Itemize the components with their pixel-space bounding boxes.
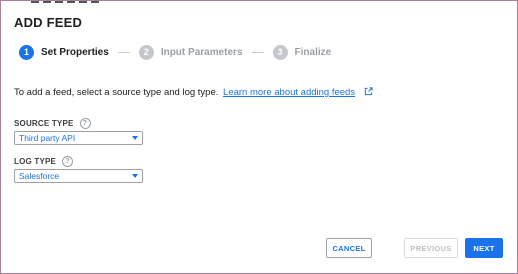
external-link-icon[interactable]	[364, 87, 373, 96]
step-divider	[117, 51, 130, 53]
step-number-3: 3	[272, 44, 288, 60]
log-type-label: LOG TYPE ?	[14, 156, 74, 167]
description: To add a feed, select a source type and …	[14, 87, 373, 98]
step-label-3: Finalize	[294, 46, 332, 58]
step-label-1: Set Properties	[41, 46, 109, 58]
step-label-2: Input Parameters	[160, 46, 243, 58]
learn-more-link[interactable]: Learn more about adding feeds	[223, 87, 355, 98]
log-type-select[interactable]: Salesforce	[14, 169, 143, 183]
log-type-label-text: LOG TYPE	[14, 157, 57, 166]
cancel-button[interactable]: CANCEL	[326, 238, 372, 258]
help-circle-icon[interactable]: ?	[62, 156, 74, 167]
step-set-properties[interactable]: 1 Set Properties	[19, 44, 109, 60]
log-type-value: Salesforce	[19, 171, 60, 181]
help-circle-icon[interactable]: ?	[79, 118, 91, 129]
previous-button[interactable]: PREVIOUS	[404, 238, 458, 258]
add-feed-dialog: ADD FEED 1 Set Properties 2 Input Parame…	[0, 0, 518, 274]
source-type-label: SOURCE TYPE ?	[14, 118, 91, 129]
background-remnant	[31, 1, 101, 3]
chevron-down-icon	[132, 136, 138, 140]
step-input-parameters[interactable]: 2 Input Parameters	[138, 44, 243, 60]
chevron-down-icon	[132, 174, 138, 178]
step-number-1: 1	[19, 44, 34, 60]
step-number-2: 2	[138, 44, 154, 60]
step-finalize[interactable]: 3 Finalize	[272, 44, 332, 60]
step-divider	[251, 51, 264, 53]
source-type-select[interactable]: Third party API	[14, 131, 143, 145]
source-type-label-text: SOURCE TYPE	[14, 119, 74, 128]
dialog-title: ADD FEED	[14, 15, 83, 30]
next-button[interactable]: NEXT	[465, 238, 503, 258]
description-text: To add a feed, select a source type and …	[14, 87, 219, 98]
source-type-value: Third party API	[19, 133, 76, 143]
stepper: 1 Set Properties 2 Input Parameters 3 Fi…	[19, 44, 331, 60]
